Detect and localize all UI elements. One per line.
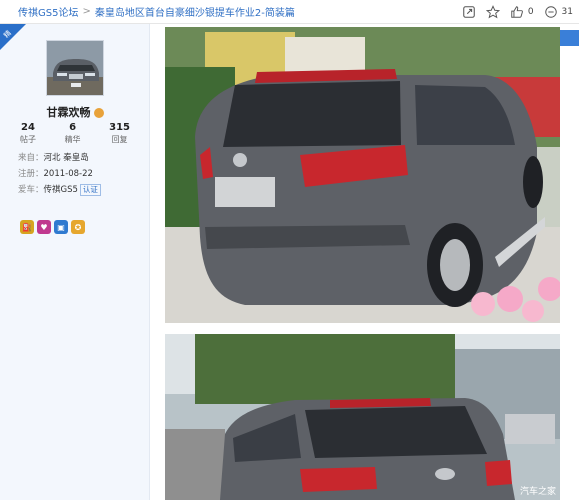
stat-replies[interactable]: 315 回复 (109, 122, 130, 145)
share-icon (463, 6, 475, 18)
stat-posts[interactable]: 24 帖子 (20, 122, 36, 145)
medal-icon (93, 108, 104, 118)
heart-icon[interactable]: ♥ (37, 220, 51, 234)
favorite-button[interactable] (485, 5, 500, 19)
stat-replies-value: 315 (109, 122, 130, 133)
info-from-label: 来自： (18, 153, 44, 163)
thread-actions: 0 31 (462, 0, 573, 24)
user-name-row: 甘霖欢畅 (0, 104, 150, 120)
cert-badge: 认证 (79, 184, 101, 196)
info-car-label: 爱车： (18, 185, 44, 195)
post-photo-1[interactable] (165, 27, 560, 323)
info-reg-label: 注册： (18, 169, 44, 179)
top-bar: 传祺GS5论坛 > 秦皇岛地区首台自豪细沙银提车作业2-简装篇 0 31 (0, 0, 579, 24)
stat-posts-value: 24 (21, 122, 35, 133)
user-info: 来自：河北 秦皇岛 注册：2011-08-22 爱车：传祺GS5 认证 (18, 150, 101, 198)
stat-essence-value: 6 (69, 122, 77, 133)
info-car: 爱车：传祺GS5 认证 (18, 182, 101, 198)
like-button[interactable]: 0 (510, 5, 534, 19)
thumb-up-icon (511, 6, 523, 18)
breadcrumb-forum-link[interactable]: 传祺GS5论坛 (18, 4, 78, 19)
like-count: 0 (527, 7, 534, 17)
comment-button[interactable]: 31 (544, 5, 573, 19)
info-registered: 注册：2011-08-22 (18, 166, 101, 182)
info-from-value: 河北 秦皇岛 (43, 153, 89, 163)
info-from: 来自：河北 秦皇岛 (18, 150, 101, 166)
share-button[interactable] (462, 5, 476, 19)
stat-essence[interactable]: 6 精华 (65, 122, 81, 145)
stat-essence-label: 精华 (64, 135, 81, 144)
car-icon[interactable]: ▣ (54, 220, 68, 234)
comment-icon (544, 6, 557, 18)
suv-rear-photo-2: 汽车之家 (165, 334, 560, 500)
info-car-value[interactable]: 传祺GS5 (44, 185, 78, 195)
stat-posts-label: 帖子 (20, 135, 36, 144)
post-content: 汽车之家 (150, 24, 579, 500)
thread-title[interactable]: 秦皇岛地区首台自豪细沙银提车作业2-简装篇 (95, 4, 295, 19)
star-icon (485, 5, 500, 19)
user-stats: 24 帖子 6 精华 315 回复 (20, 122, 130, 145)
user-name[interactable]: 甘霖欢畅 (47, 106, 91, 119)
author-sidebar: 精 甘霖欢畅 24 帖子 6 精华 315 回复 来自：河北 秦皇岛 注册：20… (0, 24, 150, 500)
gas-pump-icon[interactable]: ⛽ (20, 220, 34, 234)
photo-watermark: 汽车之家 (520, 485, 556, 497)
medal-ribbon-icon[interactable]: ✪ (71, 220, 85, 234)
user-medals: ⛽ ♥ ▣ ✪ (20, 220, 85, 234)
suv-rear-photo (165, 27, 560, 323)
avatar[interactable] (46, 40, 104, 96)
avatar-car-image (47, 41, 103, 95)
side-quick-tab[interactable] (557, 30, 579, 46)
breadcrumb-separator: > (82, 6, 91, 17)
comment-count: 31 (561, 7, 573, 17)
featured-badge: 精 (0, 24, 26, 50)
post-photo-2[interactable]: 汽车之家 (165, 334, 560, 500)
info-reg-value: 2011-08-22 (43, 169, 93, 179)
stat-replies-label: 回复 (111, 135, 128, 144)
